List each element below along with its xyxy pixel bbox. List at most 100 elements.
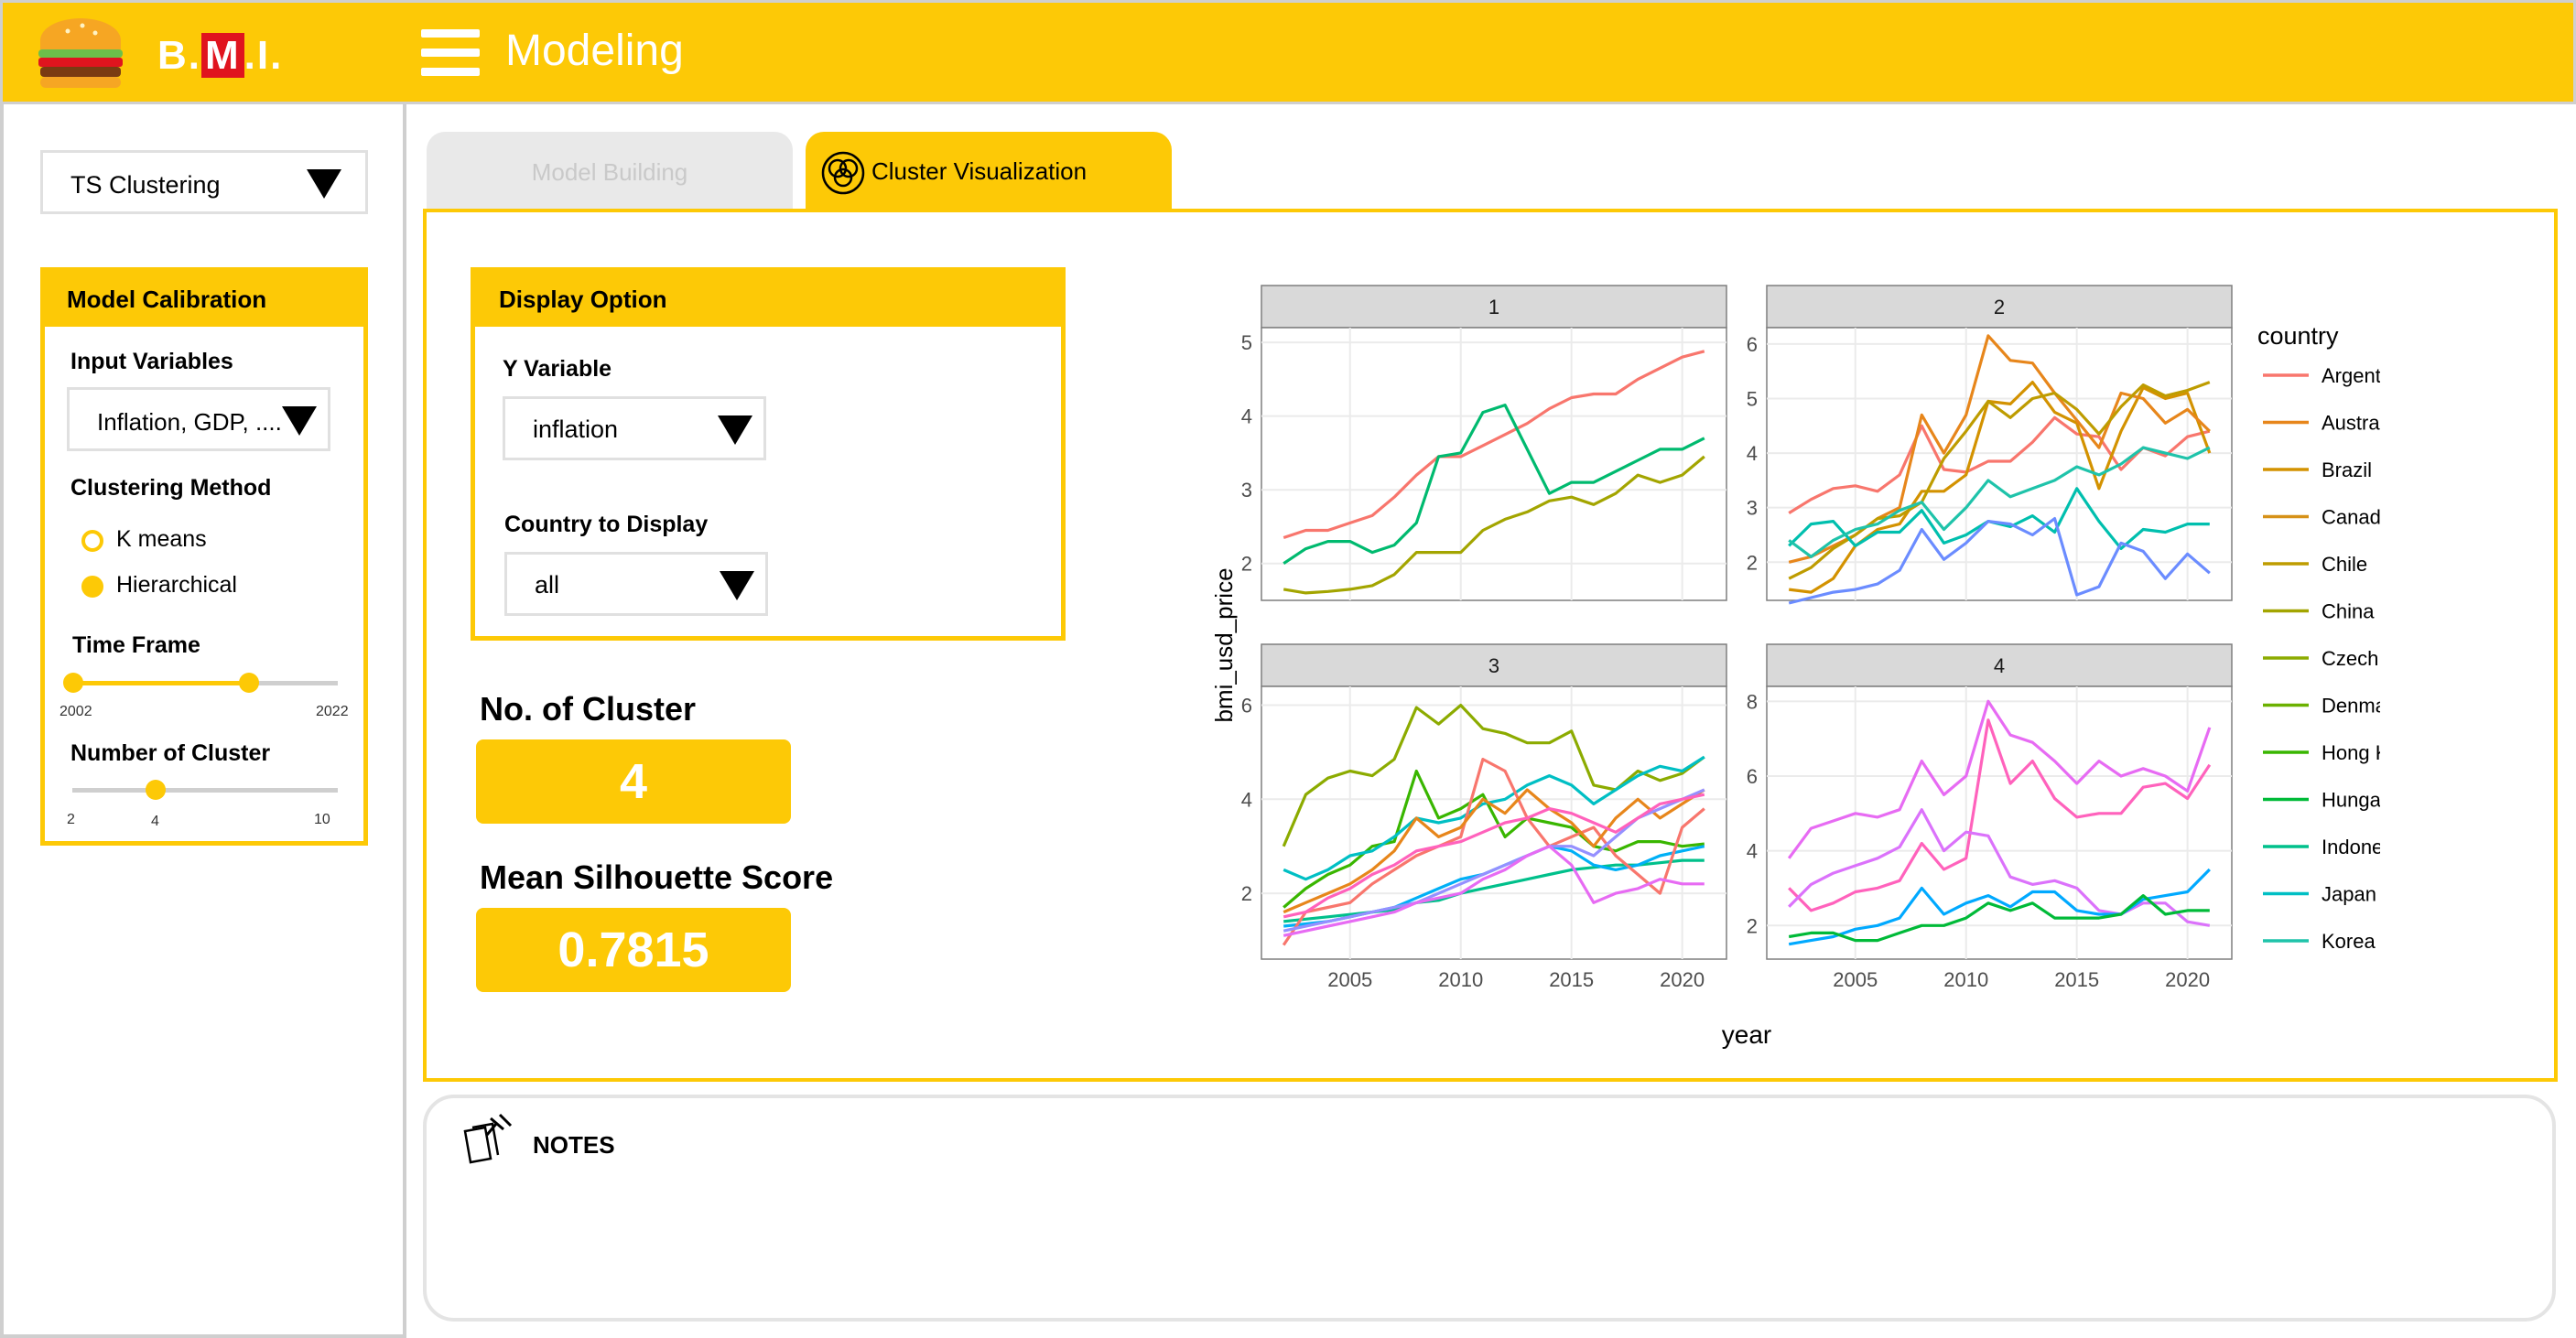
y-tick-label: 4 — [1747, 442, 1758, 465]
y-tick-label: 2 — [1241, 553, 1252, 576]
y-axis-label: bmi_usd_price — [1210, 567, 1238, 722]
time-frame-start-handle[interactable] — [63, 673, 83, 693]
legend-label: Indonesia — [2322, 836, 2380, 858]
radio-label: Hierarchical — [116, 572, 237, 598]
notes-pin-icon — [460, 1111, 514, 1166]
venn-diagram-icon — [820, 148, 866, 195]
dropdown-arrow-icon — [720, 571, 754, 600]
y-variable-value: inflation — [533, 415, 619, 443]
model-calibration-panel: Model Calibration Input Variables Inflat… — [40, 267, 368, 846]
x-tick-label: 2020 — [1660, 968, 1705, 991]
legend-label: Chile — [2322, 553, 2367, 576]
facet-label: 1 — [1488, 296, 1499, 318]
radio-button-on[interactable] — [81, 576, 103, 598]
legend-label: Hong Kong — [2322, 741, 2380, 764]
country-label: Country to Display — [504, 512, 709, 537]
x-axis-label: year — [1722, 1020, 1771, 1049]
y-tick-label: 4 — [1241, 405, 1252, 428]
cluster-count-value: 4 — [476, 739, 791, 824]
facet-label: 3 — [1488, 654, 1499, 677]
legend-label: Canada — [2322, 506, 2380, 529]
panel-frame — [1766, 327, 2233, 601]
cluster-slider-min: 2 — [67, 812, 75, 827]
cluster-slider-max: 10 — [314, 812, 330, 827]
dropdown-arrow-icon — [307, 169, 341, 199]
silhouette-label: Mean Silhouette Score — [480, 858, 834, 896]
time-frame-slider-range — [72, 681, 250, 685]
y-tick-label: 6 — [1241, 695, 1252, 718]
panel-frame — [1766, 685, 2233, 960]
y-tick-label: 3 — [1241, 479, 1252, 502]
y-tick-label: 5 — [1241, 331, 1252, 354]
hamburger-menu-icon[interactable] — [421, 29, 480, 77]
facet-label: 4 — [1994, 654, 2005, 677]
tab-label: Cluster Visualization — [871, 157, 1088, 185]
legend-label: Korea — [2322, 930, 2376, 953]
country-value: all — [535, 571, 560, 599]
page-title: Modeling — [505, 27, 684, 75]
x-tick-label: 2010 — [1943, 968, 1988, 991]
time-frame-max: 2022 — [316, 704, 349, 719]
legend-title: country — [2257, 322, 2339, 350]
display-option-title: Display Option — [475, 272, 1061, 327]
time-frame-min: 2002 — [60, 704, 92, 719]
x-tick-label: 2005 — [1327, 968, 1372, 991]
tab-model-building[interactable]: Model Building — [427, 132, 793, 212]
y-tick-label: 5 — [1747, 387, 1758, 410]
mode-select[interactable]: TS Clustering — [40, 150, 368, 214]
legend-label: Czech Rep. — [2322, 647, 2380, 670]
x-tick-label: 2015 — [1549, 968, 1594, 991]
input-variables-label: Input Variables — [70, 349, 233, 374]
time-frame-end-handle[interactable] — [239, 673, 259, 693]
cluster-slider-handle[interactable] — [146, 780, 166, 800]
silhouette-value: 0.7815 — [476, 908, 791, 992]
legend-label: Hungary — [2322, 789, 2380, 812]
input-variables-value: Inflation, GDP, .... — [97, 408, 282, 436]
legend-label: Japan — [2322, 883, 2376, 906]
y-tick-label: 2 — [1747, 551, 1758, 574]
dropdown-arrow-icon — [718, 415, 752, 445]
y-tick-label: 6 — [1747, 765, 1758, 788]
legend-label: Argentina — [2322, 364, 2380, 387]
y-tick-label: 3 — [1747, 497, 1758, 520]
y-variable-label: Y Variable — [503, 356, 612, 382]
display-option-panel: Display Option Y Variable inflation Coun… — [471, 267, 1066, 641]
country-select[interactable]: all — [504, 552, 768, 616]
burger-logo-icon — [35, 13, 126, 92]
y-tick-label: 2 — [1241, 882, 1252, 905]
x-tick-label: 2005 — [1833, 968, 1878, 991]
radio-button-off[interactable] — [81, 530, 103, 552]
legend-label: China — [2322, 600, 2375, 623]
facet-label: 2 — [1994, 296, 2005, 318]
app-logo-text: B.M.I. — [157, 33, 284, 78]
cluster-slider-track[interactable] — [72, 788, 338, 793]
app-header — [0, 0, 2576, 104]
y-tick-label: 4 — [1241, 788, 1252, 811]
mode-select-value: TS Clustering — [70, 171, 221, 199]
y-tick-label: 2 — [1747, 914, 1758, 937]
x-tick-label: 2010 — [1438, 968, 1483, 991]
radio-label: K means — [116, 526, 207, 552]
legend-label: Australia — [2322, 412, 2380, 435]
y-tick-label: 8 — [1747, 690, 1758, 713]
notes-label: NOTES — [533, 1131, 615, 1159]
y-tick-label: 4 — [1747, 840, 1758, 863]
legend-label: Denmark — [2322, 695, 2380, 718]
calibration-title: Model Calibration — [45, 272, 363, 327]
time-frame-label: Time Frame — [72, 632, 200, 658]
legend-label: Brazil — [2322, 459, 2372, 481]
cluster-line-chart: 1 2 3 4 5 2 2 3 4 5 6 3 2 4 6 2005 2010 2015 2020 4 2 4 6 8 2005… — [1210, 285, 2380, 1049]
panel-frame — [1261, 685, 1727, 960]
number-of-cluster-label: Number of Cluster — [70, 740, 271, 766]
input-variables-select[interactable]: Inflation, GDP, .... — [67, 387, 330, 451]
dropdown-arrow-icon — [282, 406, 317, 436]
notes-panel: NOTES — [423, 1095, 2556, 1322]
x-tick-label: 2020 — [2165, 968, 2210, 991]
x-tick-label: 2015 — [2054, 968, 2099, 991]
y-variable-select[interactable]: inflation — [503, 396, 766, 460]
cluster-count-label: No. of Cluster — [480, 690, 697, 728]
clustering-method-label: Clustering Method — [70, 475, 272, 501]
tab-cluster-visualization[interactable]: Cluster Visualization — [806, 132, 1172, 210]
y-tick-label: 6 — [1747, 333, 1758, 356]
cluster-slider-value: 4 — [151, 814, 159, 829]
